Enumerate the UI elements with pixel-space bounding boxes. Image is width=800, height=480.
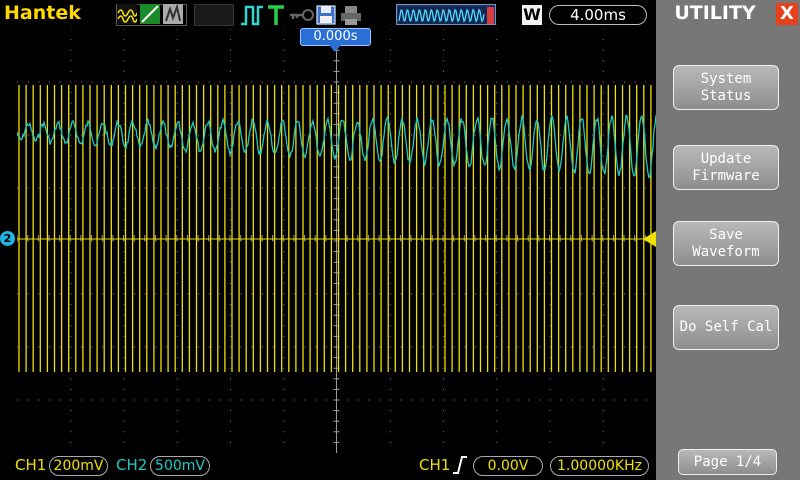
do-self-cal-button[interactable]: Do Self Cal <box>673 305 779 350</box>
button-label-line2: Waveform <box>692 243 760 260</box>
trigger-position-arrow <box>329 45 341 52</box>
trigger-source-label[interactable]: CH1 <box>419 456 450 474</box>
button-label-line2: Status <box>700 87 752 104</box>
brand-logo: Hantek <box>4 2 81 24</box>
rising-edge-icon[interactable] <box>452 455 468 479</box>
button-label-line1: System <box>700 70 752 87</box>
timebase-readout[interactable]: 4.00ms <box>549 5 647 25</box>
run-square-wave-icon[interactable] <box>240 4 264 26</box>
close-icon[interactable]: X <box>776 3 798 25</box>
wave-mode-icon[interactable] <box>117 4 138 24</box>
save-waveform-button[interactable]: Save Waveform <box>673 221 779 266</box>
trigger-t-icon[interactable] <box>266 4 286 25</box>
menu-title: UTILITY <box>674 2 756 24</box>
ch1-scale[interactable]: 200mV <box>49 456 108 476</box>
button-label-line1: Update <box>700 150 752 167</box>
key-icon[interactable] <box>288 4 314 24</box>
button-label-line2: Firmware <box>692 167 760 184</box>
waveform-display[interactable] <box>17 29 656 453</box>
system-status-button[interactable]: System Status <box>673 65 779 110</box>
button-label-line1: Do Self Cal <box>679 319 773 335</box>
save-disk-icon[interactable] <box>316 4 336 25</box>
trigger-level-readout[interactable]: 0.00V <box>473 456 543 476</box>
memory-depth-icon[interactable] <box>396 4 496 25</box>
button-label-line1: Save <box>709 226 743 243</box>
ch1-label[interactable]: CH1 <box>15 456 46 474</box>
trigger-level-marker[interactable] <box>643 231 656 247</box>
channel-marker[interactable]: 2 <box>0 231 15 246</box>
acquisition-mode-badge[interactable]: W <box>522 5 542 25</box>
frequency-readout: 1.00000KHz <box>550 456 649 476</box>
trigger-position-readout[interactable]: 0.000s <box>300 28 371 46</box>
update-firmware-button[interactable]: Update Firmware <box>673 145 779 190</box>
ch2-scale[interactable]: 500mV <box>150 456 210 476</box>
print-icon[interactable] <box>340 4 362 25</box>
page-indicator-button[interactable]: Page 1/4 <box>678 449 777 475</box>
persist-mode-icon[interactable] <box>163 3 183 24</box>
ch2-label[interactable]: CH2 <box>116 456 147 474</box>
run-stop-box <box>194 4 234 26</box>
line-mode-icon[interactable] <box>140 4 160 24</box>
